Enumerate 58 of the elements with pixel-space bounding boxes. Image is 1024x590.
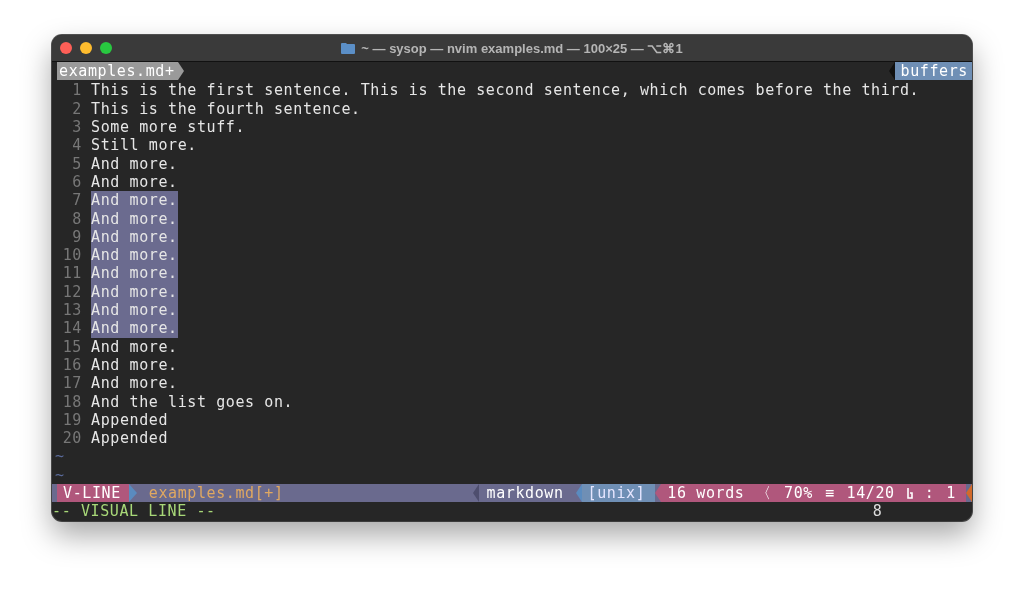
code-line: And more.	[91, 337, 178, 356]
status-text: 70%	[784, 484, 813, 502]
status-text: 16 words	[667, 484, 745, 502]
status-text: ≡	[824, 484, 835, 502]
line-number: 16	[61, 355, 83, 375]
separator-arrow-icon	[966, 484, 972, 502]
line-number: 12	[61, 282, 83, 302]
minimize-button[interactable]	[80, 42, 92, 55]
line-number: 19	[61, 410, 83, 430]
empty-line-marker: ~	[55, 465, 65, 484]
line-number: 10	[61, 246, 83, 265]
zoom-button[interactable]	[100, 42, 112, 55]
code-line: Appended	[91, 429, 169, 448]
line-number: 14	[61, 319, 83, 338]
line-number: 5	[71, 154, 83, 173]
separator-arrow-icon	[128, 484, 137, 502]
line-number: 6	[71, 172, 83, 192]
status-text: 14/20	[846, 484, 895, 502]
line-number: 20	[61, 429, 83, 448]
close-button[interactable]	[60, 42, 72, 55]
file-format: [unix]	[581, 484, 656, 502]
line-number: 9	[71, 227, 83, 247]
line-number-icon	[906, 487, 913, 499]
line-number: 8	[71, 209, 83, 228]
line-number: 1	[71, 81, 83, 100]
folder-icon	[341, 42, 356, 55]
status-text: 〈	[756, 484, 772, 502]
separator-arrow-icon	[177, 62, 184, 81]
code-line: Appended	[91, 410, 169, 430]
code-line: And more.	[91, 374, 178, 393]
buffers-label: buffers	[894, 62, 972, 81]
code-line: And more.	[91, 154, 178, 173]
status-text: 1	[946, 484, 956, 502]
mode-message: -- VISUAL LINE --	[52, 502, 216, 521]
code-line: And more.	[91, 355, 178, 375]
file-name: examples.md[+]	[147, 484, 284, 502]
line-number: 15	[61, 337, 83, 356]
code-line: And the list goes on.	[91, 392, 294, 411]
line-number: 18	[61, 392, 83, 411]
line-number: 2	[71, 99, 83, 119]
separator-arrow-icon	[575, 484, 582, 502]
line-number: 17	[61, 374, 83, 393]
status-text: :	[924, 484, 935, 502]
selection-count: 8	[872, 502, 883, 521]
empty-line-marker: ~	[55, 447, 65, 466]
line-number: 3	[71, 118, 83, 137]
mode-indicator: V-LINE	[57, 484, 129, 502]
code-line: This is the first sentence. This is the second sentence, which comes before the third.	[91, 81, 920, 100]
code-line: This is the fourth sentence.	[91, 99, 361, 119]
code-line: Still more.	[91, 136, 197, 155]
code-line: Some more stuff.	[91, 118, 246, 137]
line-number: 11	[61, 264, 83, 283]
code-line: And more.	[91, 172, 178, 192]
line-number: 13	[61, 301, 83, 320]
separator-arrow-icon	[472, 484, 479, 502]
line-number: 4	[71, 136, 83, 155]
line-number: 7	[71, 191, 83, 210]
window-title: ~ — sysop — nvim examples.md — 100×25 — ⌥⌘1	[361, 40, 683, 56]
